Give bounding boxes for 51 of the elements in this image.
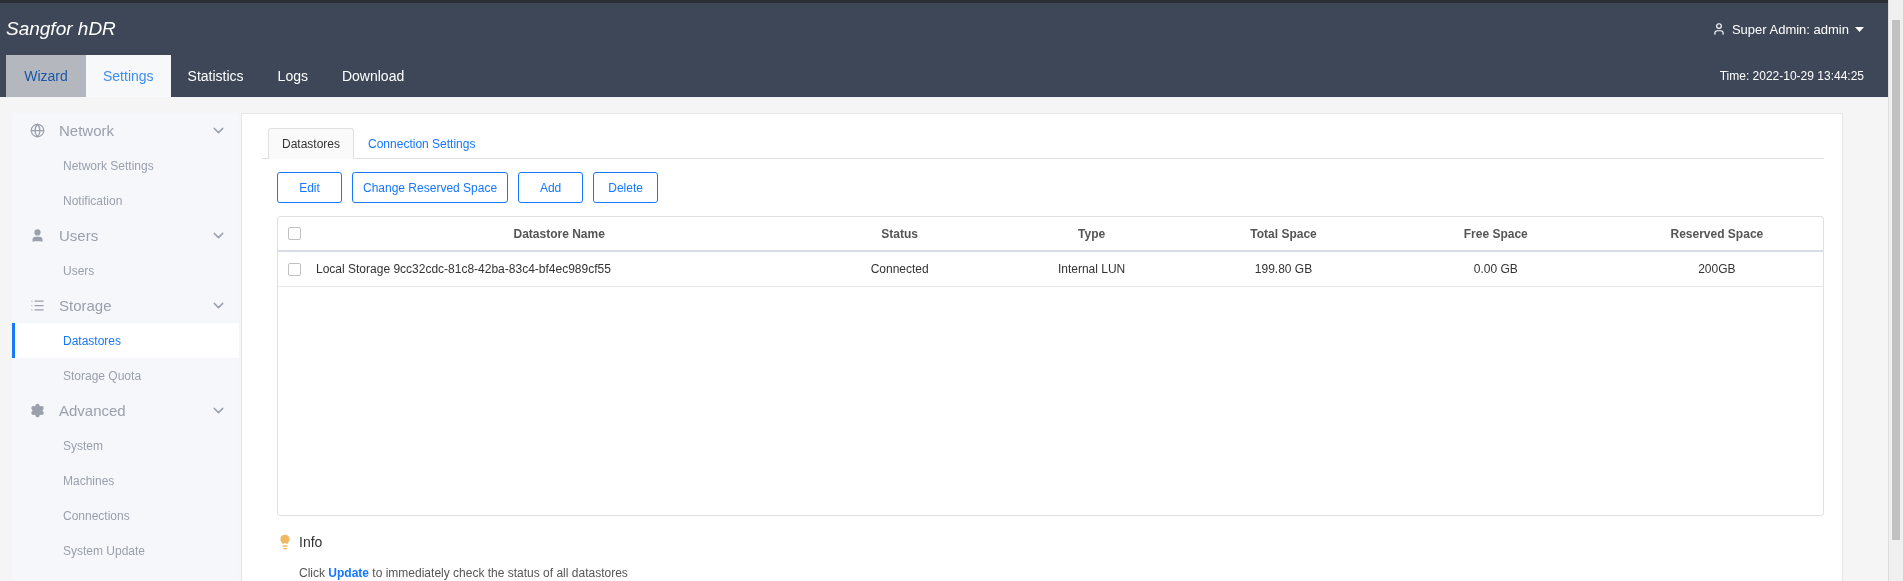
column-header: Total Space: [1249, 226, 1318, 241]
group-icon: [30, 123, 45, 138]
table-cell-text: Connected: [869, 262, 930, 276]
group-icon: [30, 228, 45, 243]
column-header: Reserved Space: [1669, 226, 1765, 241]
table-cell-text: Local Storage 9cc32cdc-81c8-42ba-83c4-bf4ec989cf55: [316, 262, 612, 276]
sidebar-item[interactable]: Datastores: [12, 323, 239, 358]
sidebar-item[interactable]: Network Settings: [12, 148, 239, 183]
sidebar-group[interactable]: Users: [12, 218, 239, 253]
column-header: Free Space: [1462, 226, 1529, 241]
content-tab[interactable]: Datastores: [268, 128, 355, 159]
server-time: Time: 2022-10-29 13:44:25: [1719, 69, 1864, 83]
group-icon: [30, 298, 45, 313]
content-tab[interactable]: Connection Settings: [354, 128, 490, 159]
sidebar-item[interactable]: Connections: [12, 498, 239, 533]
update-link[interactable]: Update: [328, 566, 369, 580]
info-title: Info: [299, 534, 323, 550]
sidebar-item[interactable]: System: [12, 428, 239, 463]
brand-title: Sangfor hDR: [6, 18, 116, 40]
checkbox[interactable]: [288, 227, 301, 240]
sidebar-item[interactable]: Notification: [12, 183, 239, 218]
checkbox[interactable]: [288, 262, 301, 276]
sidebar-item[interactable]: Storage Quota: [12, 358, 239, 393]
lightbulb-icon: [277, 534, 293, 550]
table-cell-text: 199.80 GB: [1253, 262, 1314, 276]
action-button[interactable]: Change Reserved Space: [352, 172, 509, 203]
sidebar-item[interactable]: Machines: [12, 463, 239, 498]
nav-tab[interactable]: Download: [324, 55, 422, 97]
sidebar-group[interactable]: Storage: [12, 288, 239, 323]
sidebar-item[interactable]: Users: [12, 253, 239, 288]
table-cell-text: 0.00 GB: [1472, 262, 1519, 276]
table-cell-text: Internal LUN: [1056, 262, 1127, 276]
nav-tab[interactable]: Logs: [260, 55, 325, 97]
scrollbar-thumb[interactable]: [1892, 20, 1900, 540]
action-button[interactable]: Delete: [593, 172, 659, 203]
user-menu[interactable]: Super Admin: admin: [1711, 21, 1864, 37]
action-button[interactable]: Edit: [277, 172, 342, 203]
column-header: Datastore Name: [512, 226, 606, 241]
sidebar-group[interactable]: Network: [12, 113, 239, 148]
sidebar-item[interactable]: System Update: [12, 533, 239, 568]
column-header: Type: [1077, 226, 1107, 241]
caret-icon: [1855, 26, 1864, 32]
info-text: Click Update to immediately check the status of all datastores: [299, 566, 629, 580]
action-button[interactable]: Add: [518, 172, 584, 203]
sidebar-group[interactable]: Advanced: [12, 393, 239, 428]
user-icon: [1711, 22, 1726, 36]
nav-tab[interactable]: Settings: [86, 55, 171, 97]
nav-tab[interactable]: Statistics: [170, 55, 261, 97]
table-cell-text: 200GB: [1697, 262, 1737, 276]
column-header: Status: [880, 226, 920, 241]
group-icon: [30, 403, 45, 418]
